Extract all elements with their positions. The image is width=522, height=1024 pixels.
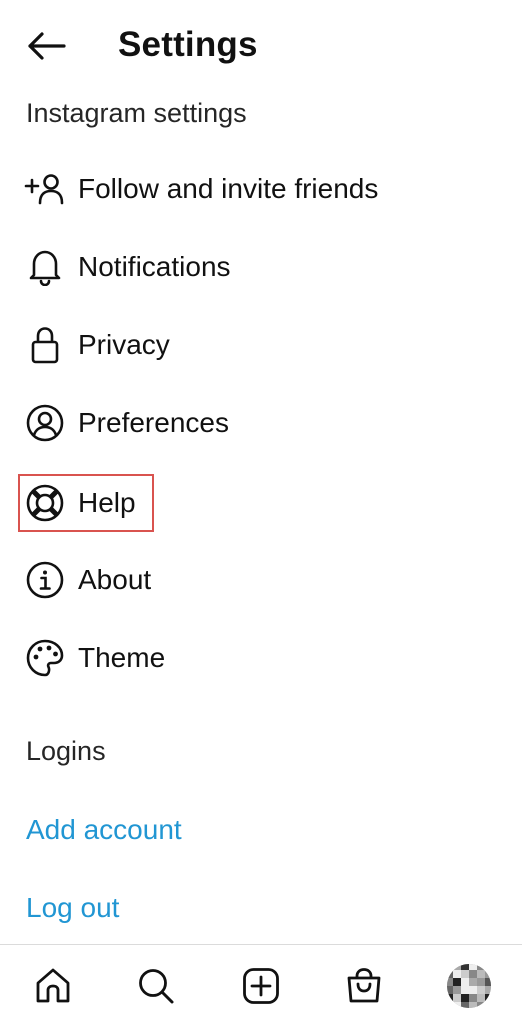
profile-avatar	[447, 964, 491, 1008]
create-icon	[243, 968, 279, 1004]
section-label-logins: Logins	[26, 736, 106, 766]
account-circle-icon	[22, 400, 68, 446]
menu-item-label: Theme	[78, 642, 166, 673]
menu-item-notifications[interactable]: Notifications	[20, 240, 231, 294]
add-person-icon	[22, 166, 68, 212]
nav-create-button[interactable]	[238, 963, 284, 1009]
shop-icon	[347, 968, 381, 1003]
info-icon	[22, 557, 68, 603]
back-button[interactable]	[22, 24, 70, 68]
bell-icon	[22, 244, 68, 290]
menu-item-label: Notifications	[78, 251, 231, 282]
nav-search-button[interactable]	[133, 963, 179, 1009]
section-label-instagram-settings: Instagram settings	[26, 98, 247, 128]
menu-item-help[interactable]: Help	[18, 474, 154, 532]
menu-item-label: About	[78, 564, 152, 595]
page-title: Settings	[118, 25, 258, 64]
nav-profile-button[interactable]	[446, 963, 492, 1009]
menu-item-privacy[interactable]: Privacy	[20, 318, 170, 372]
menu-item-follow-invite[interactable]: Follow and invite friends	[20, 162, 378, 216]
header: Settings	[0, 0, 522, 90]
menu-item-label: Follow and invite friends	[78, 173, 379, 204]
nav-home-button[interactable]	[30, 963, 76, 1009]
arrow-left-icon	[28, 32, 66, 60]
menu-item-label: Help	[78, 487, 136, 518]
lock-icon	[22, 322, 68, 368]
menu-item-label: Privacy	[78, 329, 170, 360]
log-out-link[interactable]: Log out	[26, 890, 119, 926]
add-account-link[interactable]: Add account	[26, 812, 182, 848]
menu-item-theme[interactable]: Theme	[20, 631, 165, 685]
lifebuoy-icon	[22, 480, 68, 526]
menu-item-preferences[interactable]: Preferences	[20, 396, 229, 450]
search-icon	[139, 969, 174, 1004]
home-icon	[36, 968, 70, 1003]
menu-item-about[interactable]: About	[20, 553, 151, 607]
bottom-nav	[0, 944, 522, 1024]
palette-icon	[22, 635, 68, 681]
nav-shop-button[interactable]	[341, 963, 387, 1009]
menu-item-label: Preferences	[78, 407, 229, 438]
